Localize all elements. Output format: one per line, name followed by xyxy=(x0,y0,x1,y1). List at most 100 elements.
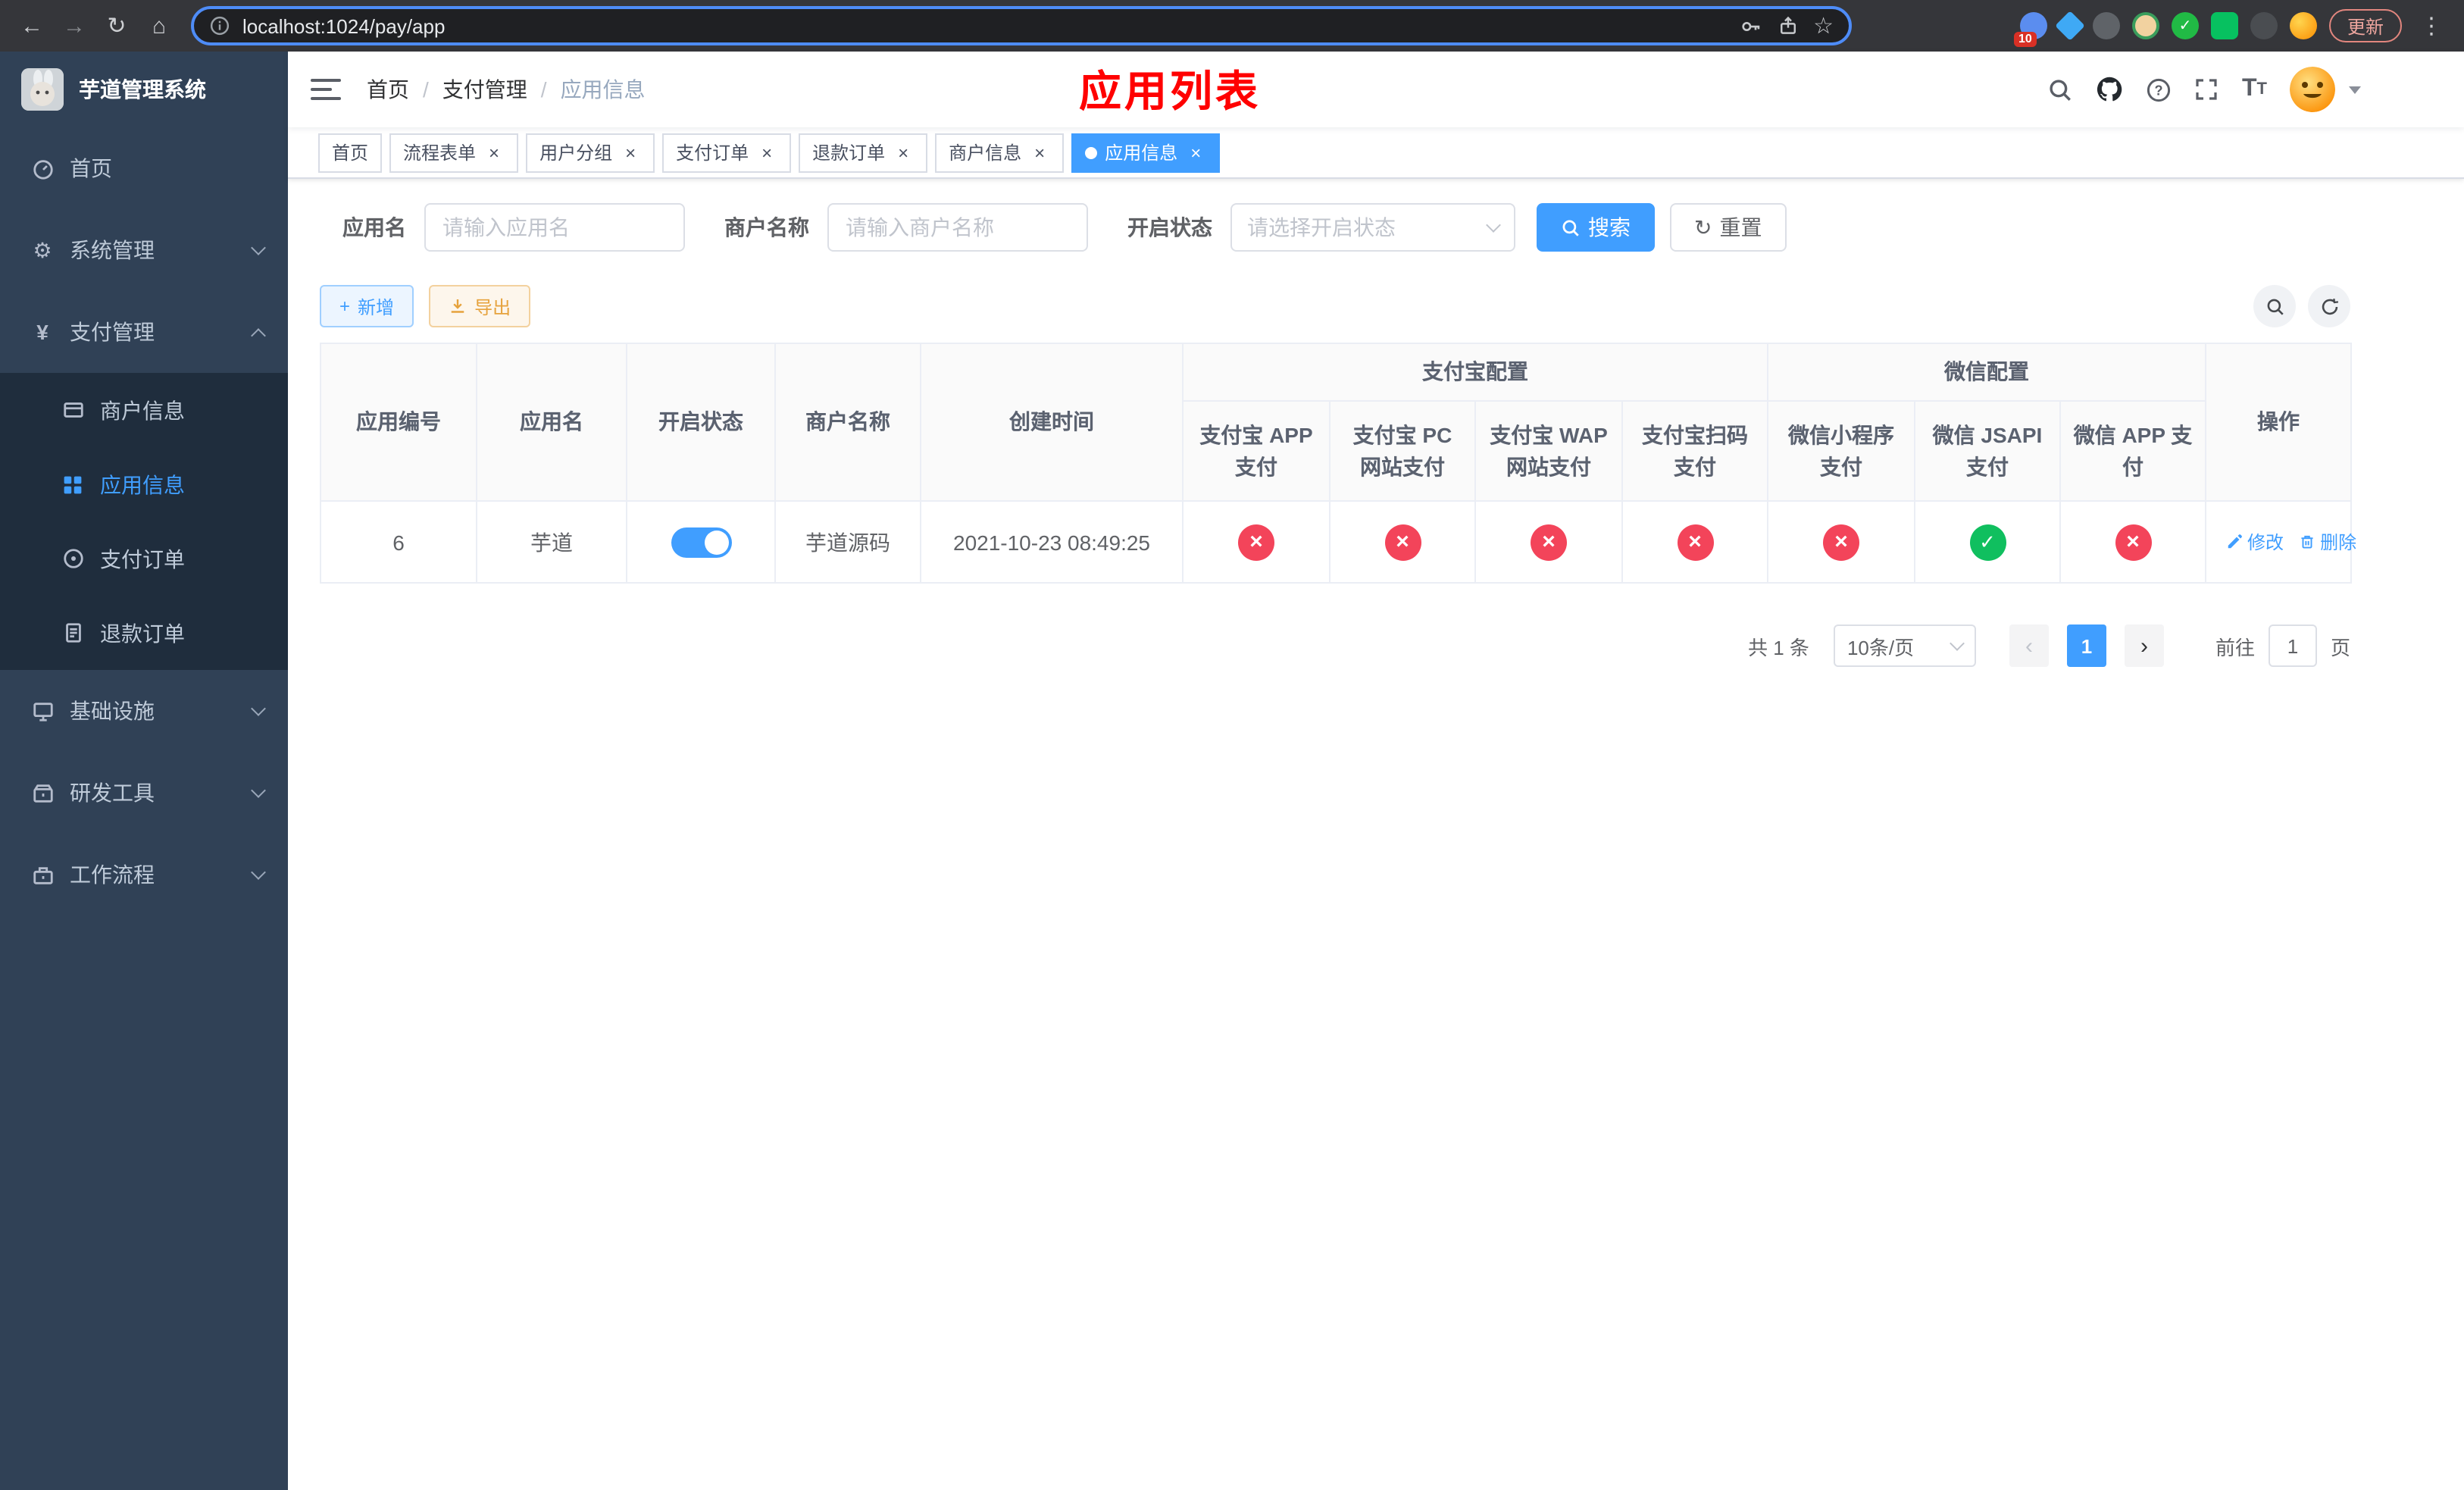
goto-page-input[interactable] xyxy=(2268,624,2317,667)
edit-link[interactable]: 修改 xyxy=(2226,529,2284,555)
cross-status-icon[interactable] xyxy=(1238,524,1274,560)
sidebar-logo-row: 芋道管理系统 xyxy=(0,52,288,127)
cross-status-icon[interactable] xyxy=(1677,524,1713,560)
chrome-update-button[interactable]: 更新 xyxy=(2328,9,2402,42)
sidebar-subitem-refund-order[interactable]: 退款订单 xyxy=(0,596,288,670)
bookmark-star-icon[interactable]: ☆ xyxy=(1813,12,1834,39)
extension-icon-2[interactable] xyxy=(2055,11,2085,41)
tab-process-form[interactable]: 流程表单 × xyxy=(389,133,519,172)
sidebar-item-label: 研发工具 xyxy=(70,781,155,805)
tab-merchant-info[interactable]: 商户信息 × xyxy=(935,133,1065,172)
apps-table: 应用编号 应用名 开启状态 商户名称 创建时间 支付宝配置 微信配置 操作 支付… xyxy=(320,343,2356,584)
sidebar-item-system[interactable]: ⚙ 系统管理 xyxy=(0,209,288,291)
password-key-icon[interactable] xyxy=(1739,14,1762,37)
address-bar[interactable]: localhost:1024/pay/app ☆ xyxy=(191,6,1852,45)
extension-icon-4[interactable] xyxy=(2131,12,2159,39)
tab-home[interactable]: 首页 xyxy=(318,133,383,172)
tab-close-icon[interactable]: × xyxy=(893,142,914,163)
tab-pay-order[interactable]: 支付订单 × xyxy=(662,133,792,172)
enabled-toggle[interactable] xyxy=(671,527,731,557)
delete-link[interactable]: 删除 xyxy=(2299,529,2356,555)
cell-alipay-wap xyxy=(1474,500,1623,584)
app-name-input[interactable] xyxy=(424,203,685,252)
cell-wx-jsapi xyxy=(1914,500,2061,584)
fullscreen-icon[interactable] xyxy=(2195,77,2219,102)
tab-close-icon[interactable]: × xyxy=(1185,142,1206,163)
card-icon xyxy=(61,398,85,422)
sidebar-item-workflow[interactable]: 工作流程 xyxy=(0,834,288,916)
breadcrumb-home[interactable]: 首页 xyxy=(367,74,409,105)
back-icon[interactable]: ← xyxy=(12,6,52,45)
prev-page-button[interactable]: ‹ xyxy=(2009,624,2049,667)
extension-icon-6[interactable] xyxy=(2210,12,2238,39)
sidebar-subitem-app-info[interactable]: 应用信息 xyxy=(0,447,288,521)
cross-status-icon[interactable] xyxy=(1384,524,1421,560)
workflow-icon xyxy=(30,862,55,887)
extension-icon-5[interactable]: ✓ xyxy=(2171,12,2199,39)
reset-button[interactable]: ↻ 重置 xyxy=(1670,203,1787,252)
search-icon[interactable] xyxy=(2048,77,2074,102)
merchant-name-label: 商户名称 xyxy=(724,215,809,239)
cell-created: 2021-10-23 08:49:25 xyxy=(920,500,1184,584)
cell-alipay-pc xyxy=(1329,500,1476,584)
browser-menu-icon[interactable]: ⋮ xyxy=(2414,12,2449,39)
tab-close-icon[interactable]: × xyxy=(756,142,777,163)
next-page-button[interactable]: › xyxy=(2124,624,2164,667)
sidebar-item-label: 应用信息 xyxy=(100,472,185,496)
github-icon[interactable] xyxy=(2097,76,2124,103)
cross-status-icon[interactable] xyxy=(2115,524,2151,560)
tab-user-group[interactable]: 用户分组 × xyxy=(526,133,655,172)
sidebar-item-payment[interactable]: ¥ 支付管理 xyxy=(0,291,288,373)
table-row: 6 芋道 芋道源码 2021-10-23 08:49:25 × × × × × … xyxy=(320,500,2356,584)
tab-close-icon[interactable]: × xyxy=(1029,142,1050,163)
sidebar: 芋道管理系统 首页 ⚙ 系统管理 ¥ 支付管理 商户信息 应用信息 支付订单 退… xyxy=(0,52,288,1490)
table-toolbar: + 新增 导出 xyxy=(320,285,2350,327)
extension-badge: 10 xyxy=(2013,32,2037,47)
cross-status-icon[interactable] xyxy=(1531,524,1567,560)
tab-close-icon[interactable]: × xyxy=(483,142,505,163)
cell-alipay-qr xyxy=(1621,500,1768,584)
url-text[interactable]: localhost:1024/pay/app xyxy=(242,14,1727,37)
chevron-down-icon xyxy=(251,701,266,716)
help-icon[interactable]: ? xyxy=(2147,77,2172,102)
forward-icon[interactable]: → xyxy=(55,6,94,45)
page-size-select[interactable]: 10条/页 xyxy=(1833,624,1976,667)
check-status-icon[interactable] xyxy=(1969,524,2006,560)
tab-close-icon[interactable]: × xyxy=(620,142,641,163)
profile-avatar-icon[interactable] xyxy=(2289,12,2317,39)
cross-status-icon[interactable] xyxy=(1823,524,1859,560)
extension-icon-7[interactable] xyxy=(2250,12,2278,39)
extension-icon-3[interactable] xyxy=(2092,12,2120,39)
reload-icon[interactable]: ↻ xyxy=(97,6,136,45)
avatar-caret-icon[interactable] xyxy=(2349,86,2361,93)
tab-app-info[interactable]: 应用信息 × xyxy=(1071,133,1221,172)
edit-link-label: 修改 xyxy=(2247,532,2284,553)
tab-refund-order[interactable]: 退款订单 × xyxy=(799,133,928,172)
refresh-button[interactable] xyxy=(2308,285,2350,327)
sidebar-item-label: 基础设施 xyxy=(70,699,155,723)
chevron-down-icon xyxy=(1950,635,1965,650)
user-avatar[interactable] xyxy=(2290,67,2335,112)
home-icon[interactable]: ⌂ xyxy=(139,6,179,45)
merchant-name-input[interactable] xyxy=(827,203,1088,252)
sidebar-item-devtools[interactable]: 研发工具 xyxy=(0,752,288,834)
chevron-down-icon xyxy=(251,865,266,880)
hamburger-icon[interactable] xyxy=(311,79,341,100)
font-size-icon[interactable]: TT xyxy=(2242,76,2267,103)
extension-icon-1[interactable]: 10 xyxy=(2013,12,2047,47)
share-icon[interactable] xyxy=(1777,15,1798,36)
col-group-wechat: 微信配置 xyxy=(1766,343,2207,402)
sidebar-item-home[interactable]: 首页 xyxy=(0,127,288,209)
status-select[interactable]: 请选择开启状态 xyxy=(1230,203,1515,252)
export-button[interactable]: 导出 xyxy=(429,285,531,327)
site-info-icon[interactable] xyxy=(209,15,230,36)
page-number-1[interactable]: 1 xyxy=(2066,624,2106,667)
sidebar-subitem-pay-order[interactable]: 支付订单 xyxy=(0,521,288,596)
sidebar-item-label: 系统管理 xyxy=(70,238,155,262)
sidebar-item-infrastructure[interactable]: 基础设施 xyxy=(0,670,288,752)
hide-search-button[interactable] xyxy=(2253,285,2296,327)
search-button[interactable]: 搜索 xyxy=(1537,203,1655,252)
add-button[interactable]: + 新增 xyxy=(320,285,414,327)
breadcrumb-payment[interactable]: 支付管理 xyxy=(442,74,527,105)
sidebar-subitem-merchant-info[interactable]: 商户信息 xyxy=(0,373,288,447)
